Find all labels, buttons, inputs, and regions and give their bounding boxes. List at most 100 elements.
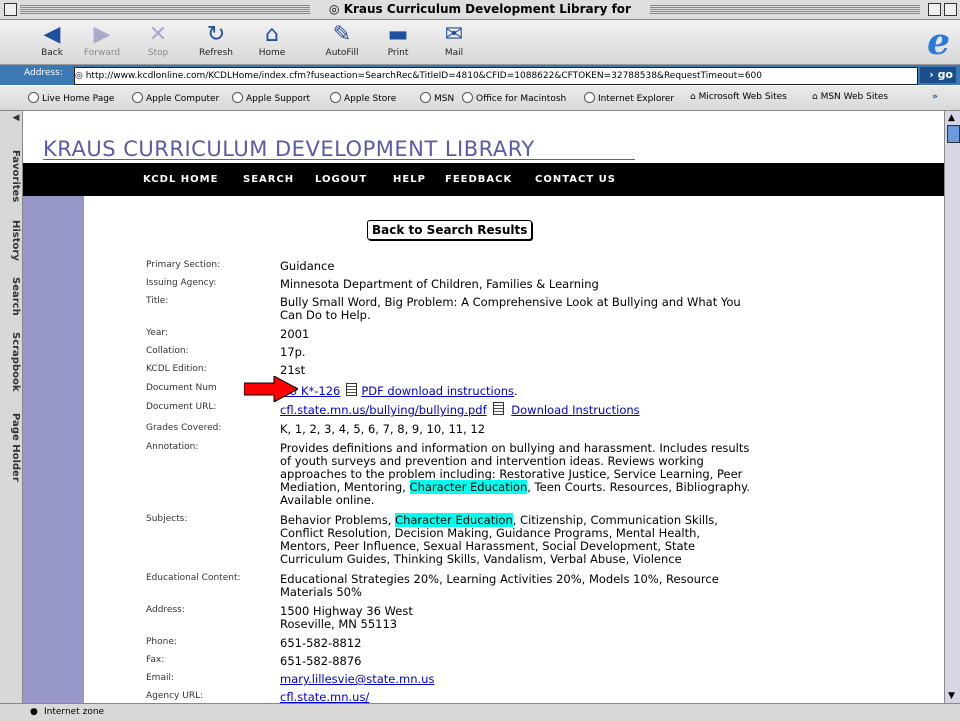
field-value: Provides definitions and information on … bbox=[280, 442, 750, 507]
go-button[interactable]: › go bbox=[920, 67, 956, 83]
tab-history[interactable]: History bbox=[1, 215, 21, 265]
field-value: cfl.state.mn.us/bullying/bullying.pdf Do… bbox=[280, 402, 750, 417]
favorites-bar: Live Home Page Apple Computer Apple Supp… bbox=[0, 86, 960, 111]
fav-apple-store[interactable]: Apple Store bbox=[330, 92, 396, 104]
explorer-bar-tabs: ◀ Favorites History Search Scrapbook Pag… bbox=[0, 111, 23, 703]
field-value: 651-582-8812 bbox=[280, 636, 362, 650]
field-value: 651-582-8876 bbox=[280, 654, 362, 668]
fav-office-for-macintosh[interactable]: Office for Macintosh bbox=[462, 92, 566, 104]
tab-scrapbook[interactable]: Scrapbook bbox=[1, 327, 21, 397]
collapse-explorer-icon[interactable]: ◀ bbox=[1, 113, 21, 123]
field-label: Educational Content: bbox=[146, 573, 241, 583]
address-url: http://www.kcdlonline.com/KCDLHome/index… bbox=[85, 71, 762, 81]
fav-label: Apple Support bbox=[246, 94, 311, 104]
home-icon: ⌂ bbox=[265, 22, 279, 47]
folder-icon: ⌂ bbox=[812, 92, 821, 102]
email-link[interactable]: mary.lillesvie@state.mn.us bbox=[280, 672, 434, 686]
field-value: GU K*-126 PDF download instructions. bbox=[280, 383, 750, 398]
ie-logo-icon[interactable]: e bbox=[927, 24, 950, 60]
subjects-text: Behavior Problems, bbox=[280, 513, 396, 527]
back-to-results-button[interactable]: Back to Search Results bbox=[367, 220, 533, 240]
nav-help[interactable]: HELP bbox=[393, 174, 426, 185]
forward-button[interactable]: ▶ Forward bbox=[72, 20, 132, 58]
favorites-overflow-icon[interactable]: » bbox=[932, 92, 938, 102]
home-button[interactable]: ⌂ Home bbox=[242, 20, 302, 58]
site-brand[interactable]: KRAUS CURRICULUM DEVELOPMENT LIBRARY bbox=[43, 137, 535, 161]
field-label: Phone: bbox=[146, 637, 177, 647]
scroll-up-icon[interactable]: ▲ bbox=[948, 113, 955, 123]
status-text: Internet zone bbox=[44, 707, 105, 717]
forward-arrow-icon: ▶ bbox=[93, 22, 111, 47]
favorite-icon bbox=[420, 92, 431, 103]
forward-label: Forward bbox=[83, 48, 121, 58]
agency-url-link[interactable]: cfl.state.mn.us/ bbox=[280, 690, 369, 704]
tab-favorites[interactable]: Favorites bbox=[1, 141, 21, 211]
page-icon: ◎ bbox=[75, 71, 86, 81]
browser-toolbar: ◀ Back ▶ Forward ✕ Stop ↻ Refresh ⌂ Home… bbox=[0, 20, 960, 65]
fav-msn[interactable]: MSN bbox=[420, 92, 454, 104]
favorite-icon bbox=[330, 92, 341, 103]
nav-search[interactable]: SEARCH bbox=[243, 174, 294, 185]
stop-label: Stop bbox=[147, 48, 169, 58]
field-value: 2001 bbox=[280, 327, 310, 341]
tab-page-holder[interactable]: Page Holder bbox=[1, 407, 21, 487]
window-title: ◎ Kraus Curriculum Development Library f… bbox=[310, 1, 650, 33]
scroll-down-icon[interactable]: ▼ bbox=[948, 691, 955, 701]
field-value: K, 1, 2, 3, 4, 5, 6, 7, 8, 9, 10, 11, 12 bbox=[280, 422, 486, 436]
nav-feedback[interactable]: FEEDBACK bbox=[445, 174, 512, 185]
mail-button[interactable]: ✉ Mail bbox=[424, 20, 484, 58]
field-label: Fax: bbox=[146, 655, 165, 665]
print-label: Print bbox=[387, 48, 409, 58]
fav-label: Internet Explorer bbox=[598, 94, 675, 104]
address-line: Roseville, MN 55113 bbox=[280, 617, 398, 631]
autofill-button[interactable]: ✎ AutoFill bbox=[312, 20, 372, 58]
nav-contact-us[interactable]: CONTACT US bbox=[535, 174, 616, 185]
collapse-box-icon[interactable] bbox=[944, 3, 957, 16]
fav-msn-web-sites[interactable]: ⌂ MSN Web Sites bbox=[812, 92, 888, 102]
autofill-icon: ✎ bbox=[332, 22, 352, 47]
fav-apple-computer[interactable]: Apple Computer bbox=[132, 92, 219, 104]
field-value: Bully Small Word, Big Problem: A Compreh… bbox=[280, 295, 741, 322]
address-field[interactable]: ◎ http://www.kcdlonline.com/KCDLHome/ind… bbox=[74, 67, 918, 85]
refresh-label: Refresh bbox=[199, 48, 233, 58]
vertical-scrollbar[interactable]: ▲ ▼ bbox=[944, 111, 960, 703]
fav-live-home-page[interactable]: Live Home Page bbox=[28, 92, 114, 104]
nav-logout[interactable]: LOGOUT bbox=[315, 174, 367, 185]
pdf-instructions-link[interactable]: PDF download instructions bbox=[361, 384, 514, 398]
fav-internet-explorer[interactable]: Internet Explorer bbox=[584, 92, 674, 104]
field-label: Document Num bbox=[146, 383, 217, 393]
status-bar: ● Internet zone bbox=[0, 703, 960, 721]
print-button[interactable]: ▬ Print bbox=[368, 20, 428, 58]
field-label: Collation: bbox=[146, 346, 189, 356]
fav-label: MSN bbox=[434, 94, 455, 104]
tab-search[interactable]: Search bbox=[1, 271, 21, 321]
document-icon bbox=[492, 402, 504, 415]
red-arrow-icon bbox=[244, 376, 298, 402]
refresh-icon: ↻ bbox=[206, 22, 226, 47]
stop-button[interactable]: ✕ Stop bbox=[128, 20, 188, 58]
home-label: Home bbox=[258, 48, 286, 58]
brand-underline bbox=[43, 159, 635, 160]
fav-microsoft-web-sites[interactable]: ⌂ Microsoft Web Sites bbox=[690, 92, 787, 102]
field-value: Guidance bbox=[280, 259, 335, 273]
scroll-thumb[interactable] bbox=[947, 125, 960, 143]
left-band bbox=[23, 196, 84, 703]
go-arrow-icon: › bbox=[929, 68, 938, 81]
zoom-box-icon[interactable] bbox=[928, 3, 941, 16]
refresh-button[interactable]: ↻ Refresh bbox=[186, 20, 246, 58]
favorite-icon bbox=[232, 92, 243, 103]
nav-kcdl-home[interactable]: KCDL HOME bbox=[143, 174, 218, 185]
fav-label: MSN Web Sites bbox=[820, 92, 889, 102]
fav-apple-support[interactable]: Apple Support bbox=[232, 92, 310, 104]
field-label: Address: bbox=[146, 605, 185, 615]
document-url-link[interactable]: cfl.state.mn.us/bullying/bullying.pdf bbox=[280, 403, 487, 417]
field-label: KCDL Edition: bbox=[146, 364, 207, 374]
window-title-bar[interactable]: ◎ Kraus Curriculum Development Library f… bbox=[0, 0, 960, 33]
site-icon: ◎ bbox=[329, 2, 344, 16]
fav-label: Live Home Page bbox=[42, 94, 115, 104]
download-instructions-link[interactable]: Download Instructions bbox=[511, 403, 639, 417]
field-label: Grades Covered: bbox=[146, 423, 222, 433]
site-nav: KCDL HOME SEARCH LOGOUT HELP FEEDBACK CO… bbox=[23, 163, 944, 196]
close-box-icon[interactable] bbox=[4, 3, 17, 16]
favorite-icon bbox=[132, 92, 143, 103]
